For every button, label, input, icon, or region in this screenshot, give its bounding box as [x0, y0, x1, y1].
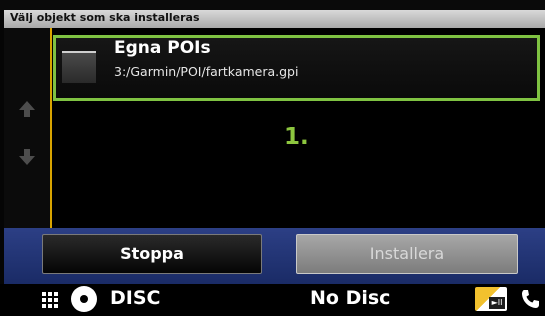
grid-menu-icon[interactable]	[42, 292, 58, 308]
arrow-down-icon[interactable]	[16, 146, 38, 168]
disc-icon[interactable]	[71, 286, 97, 312]
install-button[interactable]: Installera	[296, 234, 518, 274]
scroll-strip	[4, 28, 50, 228]
dialog-title-bar: Välj objekt som ska installeras	[4, 10, 545, 29]
screen-bezel	[0, 0, 545, 10]
accent-line	[50, 28, 52, 228]
dialog-title: Välj objekt som ska installeras	[10, 11, 200, 24]
step-annotation: 1.	[284, 124, 309, 150]
media-player-icon[interactable]: ►II	[475, 287, 507, 311]
arrow-up-icon[interactable]	[16, 98, 38, 120]
disc-status: No Disc	[310, 287, 391, 309]
item-title: Egna POIs	[114, 38, 211, 58]
phone-icon[interactable]	[520, 288, 540, 310]
item-checkbox[interactable]	[62, 51, 96, 83]
item-path: 3:/Garmin/POI/fartkamera.gpi	[114, 64, 299, 79]
source-label[interactable]: DISC	[110, 287, 160, 309]
stop-button[interactable]: Stoppa	[42, 234, 262, 274]
